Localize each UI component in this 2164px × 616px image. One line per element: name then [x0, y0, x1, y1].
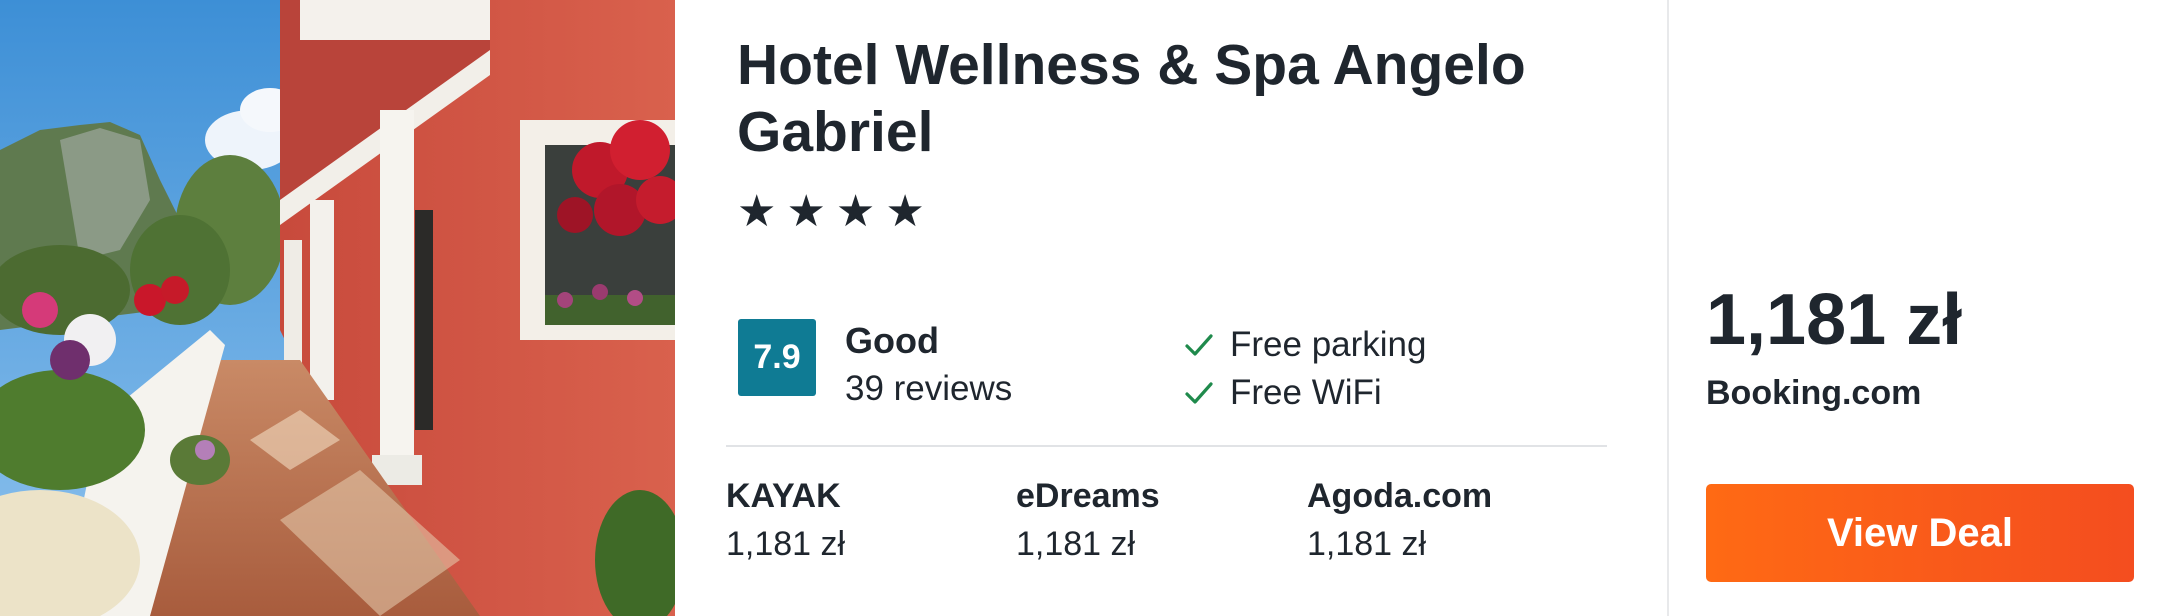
amenity-free-wifi: Free WiFi	[1183, 370, 1382, 416]
provider-name: eDreams	[1016, 477, 1160, 515]
divider	[726, 445, 1607, 447]
provider-name: KAYAK	[726, 477, 841, 515]
amenity-label: Free parking	[1230, 325, 1427, 364]
provider-edreams[interactable]: eDreams 1,181 zł	[1016, 473, 1296, 567]
provider-name: Agoda.com	[1307, 477, 1493, 515]
hotel-result-card: Hotel Wellness & Spa Angelo Gabriel ★★★★…	[0, 0, 2164, 616]
column-separator	[1667, 0, 1669, 616]
view-deal-button[interactable]: View Deal	[1706, 484, 2134, 582]
provider-price: 1,181 zł	[1016, 525, 1136, 563]
provider-kayak[interactable]: KAYAK 1,181 zł	[726, 473, 1006, 567]
review-score-badge: 7.9	[738, 319, 816, 396]
rating-label: Good	[845, 320, 939, 361]
review-count: 39 reviews	[845, 369, 1013, 408]
hotel-photo[interactable]	[0, 0, 675, 616]
provider-price: 1,181 zł	[1307, 525, 1427, 563]
provider-price: 1,181 zł	[726, 525, 846, 563]
amenity-label: Free WiFi	[1230, 373, 1382, 412]
star-rating: ★★★★	[737, 187, 935, 236]
best-price: 1,181 zł	[1706, 280, 1963, 360]
check-icon	[1185, 334, 1213, 356]
provider-agoda[interactable]: Agoda.com 1,181 zł	[1307, 473, 1587, 567]
amenity-free-parking: Free parking	[1183, 322, 1426, 368]
best-price-provider: Booking.com	[1706, 374, 1922, 412]
hotel-name[interactable]: Hotel Wellness & Spa Angelo Gabriel	[737, 32, 1637, 166]
check-icon	[1185, 382, 1213, 404]
